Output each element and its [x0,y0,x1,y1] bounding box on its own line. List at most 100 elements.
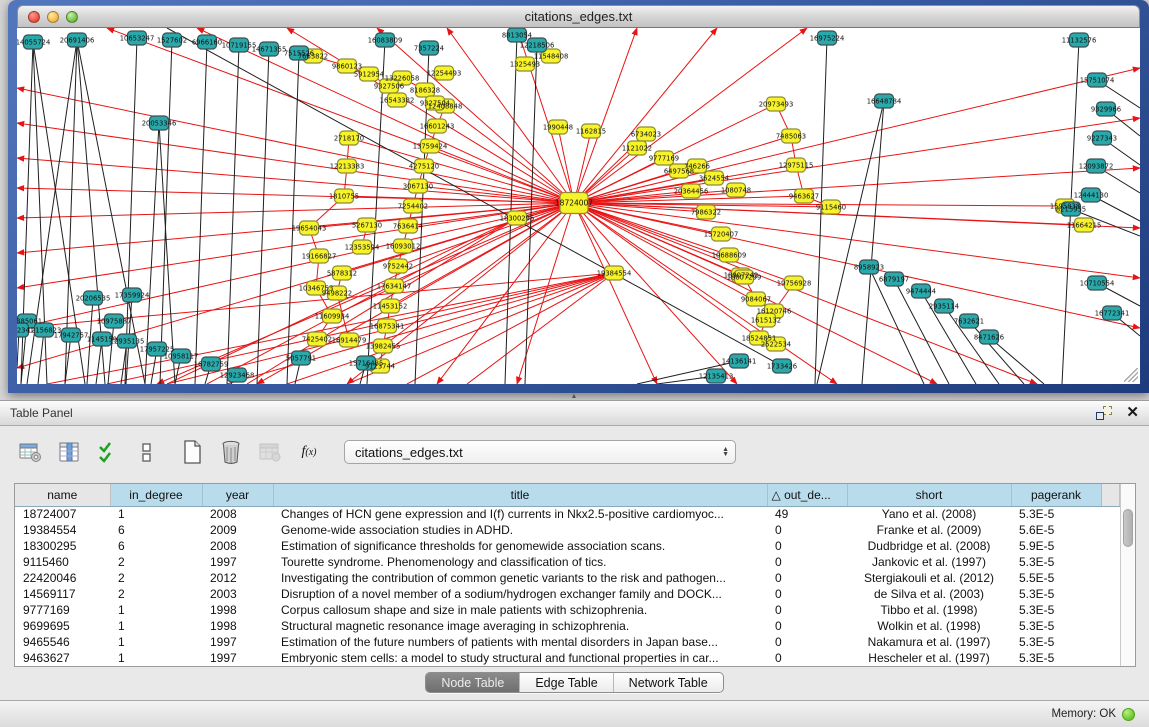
table-cell: 2009 [202,522,273,538]
table-row[interactable]: 977716911998Corpus callosum shape and si… [15,602,1120,618]
graph-edge[interactable] [160,40,172,384]
table-cell: 0 [767,538,847,554]
graph-node-label: 9327504 [420,99,450,107]
graph-node-label: 9329966 [1091,105,1121,113]
graph-edge[interactable] [574,203,1037,384]
table-row[interactable]: 946362711997Embryonic stem cells: a mode… [15,650,1120,666]
table-cell: 2003 [202,586,273,602]
float-panel-icon[interactable] [1096,406,1112,420]
graph-node-label: 11453152 [373,302,408,310]
table-cell: Embryonic stem cells: a model to study s… [273,650,767,666]
graph-node-label: 17634147 [377,282,412,290]
tab-node-table[interactable]: Node Table [426,673,520,692]
graph-edge[interactable] [108,321,114,384]
graph-node-label: 7636414 [393,222,423,230]
graph-edge[interactable] [574,28,717,203]
table-row[interactable]: 1872400712008Changes of HCN gene express… [15,506,1120,522]
table-row[interactable]: 2242004622012Investigating the contribut… [15,570,1120,586]
table-select-dropdown[interactable]: citations_edges.txt ▲▼ [344,440,736,464]
graph-edge[interactable] [287,53,299,384]
column-header-out_de[interactable]: △ out_de... [767,484,847,506]
network-window-titlebar[interactable]: citations_edges.txt [17,5,1140,28]
table-row[interactable]: 946554611997Estimation of the future num… [15,634,1120,650]
table-cell: 18724007 [15,506,110,522]
graph-node-label: 6879197 [879,275,909,283]
graph-edge[interactable] [467,273,614,384]
graph-node-label: 14055724 [17,38,50,46]
checkbox-list-icon[interactable] [135,440,159,464]
graph-edge[interactable] [227,45,239,384]
column-header-title[interactable]: title [273,484,767,506]
column-header-pagerank[interactable]: pagerank [1011,484,1101,506]
table-cell: Estimation of the future numbers of pati… [273,634,767,650]
close-panel-icon[interactable]: ✕ [1126,406,1139,420]
canvas-resize-grip[interactable] [1124,368,1138,382]
graph-edge[interactable] [38,330,44,384]
column-header-short[interactable]: short [847,484,1011,506]
graph-edge[interactable] [989,337,1044,384]
graph-edge[interactable] [107,28,574,203]
graph-edge[interactable] [574,168,1140,203]
table-row[interactable]: 1830029562008Estimation of significance … [15,538,1120,554]
table-cell: 1 [110,634,202,650]
table-mode-icon[interactable] [18,440,42,464]
table-row[interactable]: 1456911722003Disruption of a novel membe… [15,586,1120,602]
table-header-row[interactable]: namein_degreeyeartitle△ out_de...shortpa… [15,484,1120,506]
graph-edge[interactable] [349,138,574,203]
column-header-in_degree[interactable]: in_degree [110,484,202,506]
scrollbar-thumb[interactable] [1123,509,1133,547]
table-cell: 1997 [202,554,273,570]
table-cell: 14569117 [15,586,110,602]
network-graph[interactable]: 1872400718300295193845541162815199044867… [17,28,1140,384]
show-columns-icon[interactable] [57,440,81,464]
graph-node-label: 17359924 [115,291,150,299]
memory-status-icon [1122,708,1135,721]
table-cell: Investigating the contribution of common… [273,570,767,586]
network-window: citations_edges.txt 18724007183002951938… [8,0,1149,393]
table-cell: 1 [110,650,202,666]
graph-node-label: 2935114 [929,302,959,310]
graph-node-label: 16782759 [194,360,229,368]
graph-node-label: 7632621 [954,317,984,325]
table-cell: 1998 [202,618,273,634]
import-table-icon[interactable] [258,440,282,464]
graph-node-label: 1615132 [751,316,781,324]
status-bar: Memory: OK [0,700,1149,727]
tab-edge-table[interactable]: Edge Table [520,673,613,692]
select-all-icon[interactable] [96,440,120,464]
new-table-icon[interactable] [180,440,204,464]
tab-network-table[interactable]: Network Table [614,673,723,692]
table-cell: 0 [767,522,847,538]
column-header-year[interactable]: year [202,484,273,506]
table-scrollbar[interactable] [1120,484,1135,666]
zoom-window-button[interactable] [66,11,78,23]
graph-node-label: 5912954 [354,70,384,78]
table-row[interactable]: 969969511998Structural magnetic resonanc… [15,618,1120,634]
network-canvas[interactable]: 1872400718300295193845541162815199044867… [17,28,1140,384]
table-cell: 2008 [202,506,273,522]
table-cell: 5.3E-5 [1011,602,1101,618]
graph-node-label: 6966160 [192,38,222,46]
delete-table-icon[interactable] [219,440,243,464]
table-cell: Wolkin et al. (1998) [847,618,1011,634]
graph-edge[interactable] [862,101,884,384]
table-row[interactable]: 1938455462009Genome-wide association stu… [15,522,1120,538]
graph-node-label: 1810755 [329,192,359,200]
graph-edge[interactable] [257,49,269,384]
table-row[interactable]: 911546021997Tourette syndrome. Phenomeno… [15,554,1120,570]
graph-node-label: 6734023 [631,130,661,138]
table-cell: 6 [110,522,202,538]
minimize-window-button[interactable] [47,11,59,23]
graph-node-label: 19756928 [777,279,812,287]
close-window-button[interactable] [28,11,40,23]
table-cell: 2008 [202,538,273,554]
graph-edge[interactable] [574,28,807,203]
table-cell: Nakamura et al. (1997) [847,634,1011,650]
table-cell: 5.3E-5 [1011,586,1101,602]
graph-node-label: 1990448 [543,123,573,131]
column-header-name[interactable]: name [15,484,110,506]
graph-node-label: 16120746 [757,307,792,315]
function-builder-icon[interactable]: f(x) [297,440,321,464]
graph-edge[interactable] [17,188,574,203]
graph-node-label: 19654043 [292,224,327,232]
